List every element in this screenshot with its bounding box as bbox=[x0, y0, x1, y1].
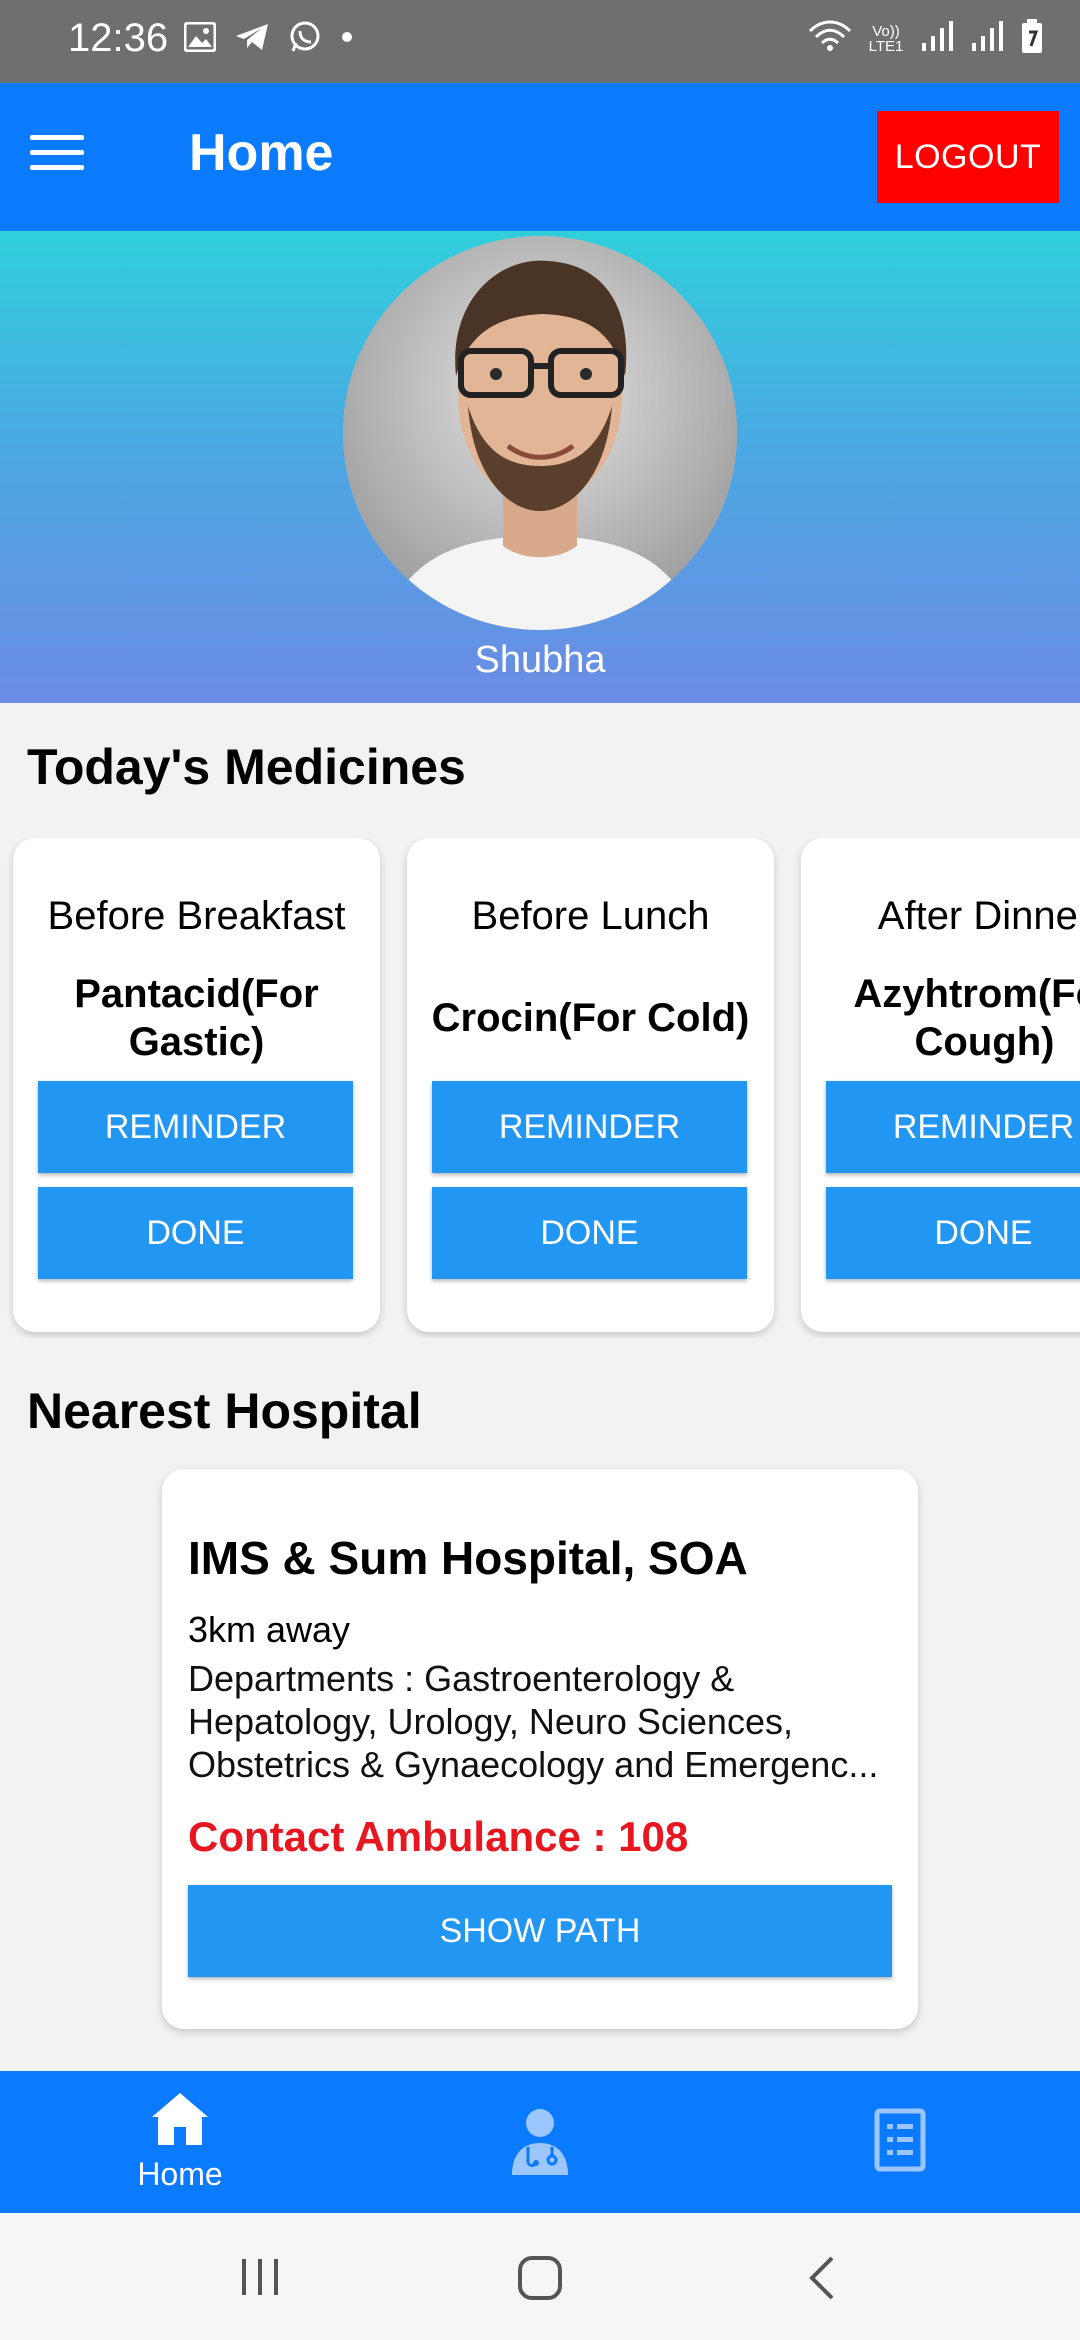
medicine-name: Crocin(For Cold) bbox=[431, 996, 750, 1040]
medicines-section-title: Today's Medicines bbox=[27, 739, 466, 795]
hospital-card: IMS & Sum Hospital, SOA 3km away Departm… bbox=[162, 1469, 918, 2029]
dot-icon bbox=[340, 30, 354, 49]
system-status-icons: Vo)) LTE1 bbox=[808, 18, 1044, 59]
whatsapp-icon bbox=[288, 20, 322, 59]
wifi-icon bbox=[808, 19, 852, 58]
bottom-navigation: Home bbox=[0, 2071, 1080, 2213]
medicine-name: Azyhtrom(For Cough) bbox=[853, 972, 1080, 1064]
status-bar: 12:36 Vo)) LTE1 bbox=[0, 0, 1080, 83]
app-bar: Home LOGOUT bbox=[0, 83, 1080, 231]
reminder-button[interactable]: REMINDER bbox=[826, 1081, 1080, 1173]
nav-home-label: Home bbox=[137, 2156, 223, 2192]
profile-header: Shubha bbox=[0, 231, 1080, 703]
show-path-button[interactable]: SHOW PATH bbox=[188, 1885, 892, 1977]
medicine-card-list[interactable]: Before Breakfast Pantacid(For Gastic) RE… bbox=[0, 838, 1080, 1338]
done-button[interactable]: DONE bbox=[38, 1187, 353, 1279]
done-button[interactable]: DONE bbox=[432, 1187, 747, 1279]
volte-icon: Vo)) LTE1 bbox=[868, 22, 904, 55]
hospital-section-title: Nearest Hospital bbox=[27, 1383, 422, 1439]
hospital-departments: Departments : Gastroenterology & Hepatol… bbox=[188, 1658, 879, 1785]
medicine-time: Before Lunch bbox=[471, 894, 710, 938]
recent-apps-icon[interactable] bbox=[238, 2257, 282, 2302]
notification-icons bbox=[183, 20, 354, 59]
hospital-name: IMS & Sum Hospital, SOA bbox=[188, 1532, 748, 1584]
nav-doctor[interactable] bbox=[360, 2071, 720, 2213]
document-icon bbox=[874, 2108, 926, 2177]
telegram-icon bbox=[234, 22, 270, 57]
medicine-time: Before Breakfast bbox=[47, 894, 346, 938]
doctor-icon bbox=[508, 2105, 572, 2180]
medicine-time: After Dinner bbox=[877, 894, 1080, 938]
home-icon bbox=[150, 2091, 210, 2152]
done-button[interactable]: DONE bbox=[826, 1187, 1080, 1279]
nav-records[interactable] bbox=[720, 2071, 1080, 2213]
home-system-icon[interactable] bbox=[517, 2255, 563, 2306]
battery-icon bbox=[1020, 18, 1044, 59]
nav-home[interactable]: Home bbox=[0, 2071, 360, 2213]
medicine-card: Before Lunch Crocin(For Cold) REMINDER D… bbox=[407, 838, 774, 1332]
hospital-distance: 3km away bbox=[188, 1609, 351, 1650]
back-icon[interactable] bbox=[806, 2255, 836, 2306]
avatar[interactable] bbox=[343, 236, 737, 630]
menu-icon[interactable] bbox=[30, 135, 84, 175]
reminder-button[interactable]: REMINDER bbox=[432, 1081, 747, 1173]
ambulance-contact[interactable]: Contact Ambulance : 108 bbox=[188, 1813, 688, 1861]
medicine-card: After Dinner Azyhtrom(For Cough) REMINDE… bbox=[801, 838, 1080, 1332]
page-title: Home bbox=[189, 124, 334, 182]
reminder-button[interactable]: REMINDER bbox=[38, 1081, 353, 1173]
medicine-card: Before Breakfast Pantacid(For Gastic) RE… bbox=[13, 838, 380, 1332]
status-time: 12:36 bbox=[68, 16, 169, 60]
signal-icon bbox=[920, 19, 956, 58]
system-navigation-bar bbox=[0, 2213, 1080, 2340]
medicine-name: Pantacid(For Gastic) bbox=[74, 972, 319, 1064]
gallery-icon bbox=[183, 21, 217, 57]
signal-icon-2 bbox=[970, 19, 1006, 58]
profile-name: Shubha bbox=[474, 639, 606, 681]
logout-button[interactable]: LOGOUT bbox=[877, 111, 1059, 203]
